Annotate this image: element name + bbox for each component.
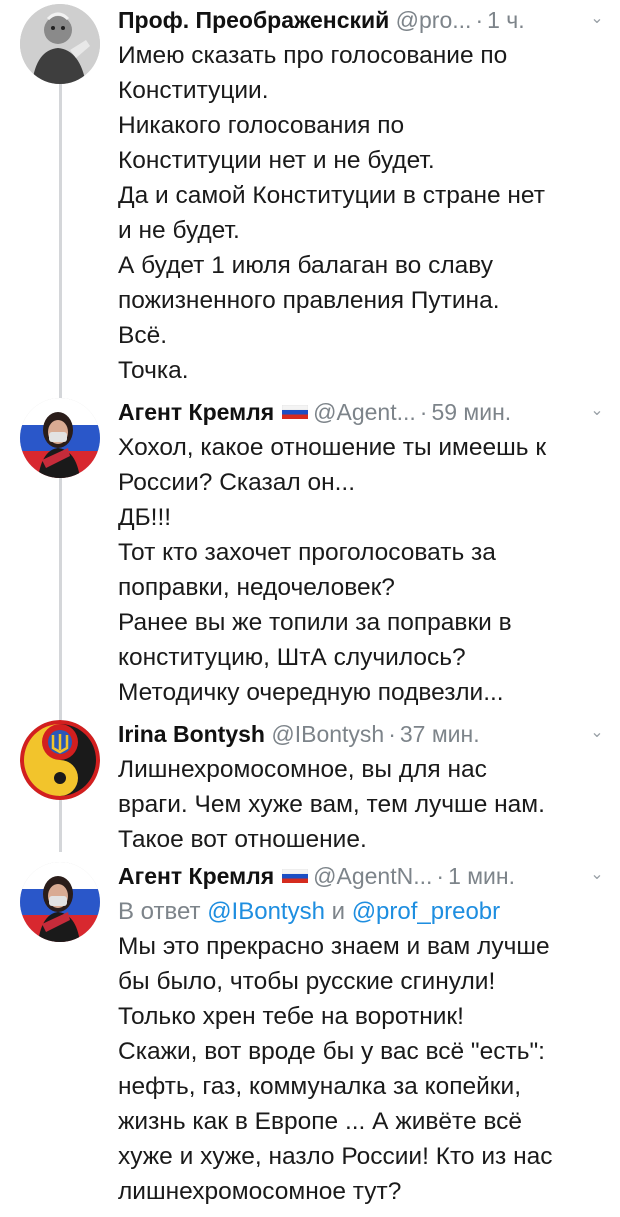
author-handle[interactable]: @Agent...: [313, 399, 416, 425]
woman-with-flag-icon: [20, 398, 100, 478]
reply-and: и: [331, 898, 346, 925]
tweet-header: Проф. Преображенский @pro... · 1 ч. ⌄: [118, 2, 608, 38]
tweet-header: Агент Кремля @Agent... · 59 мин. ⌄: [118, 394, 608, 430]
tweet-text: Хохол, какое отношение ты имеешь к Росси…: [118, 434, 547, 706]
tweet-header: Агент Кремля @AgentN... · 1 мин. ⌄: [118, 858, 608, 894]
tweet-header: Irina Bontysh @IBontysh · 37 мин. ⌄: [118, 716, 608, 752]
russia-flag-icon: [282, 404, 309, 419]
mention-link[interactable]: @prof_preobr: [352, 898, 500, 925]
tweet-text: Имею сказать про голосование по Конститу…: [118, 42, 545, 384]
separator-dot: ·: [475, 7, 484, 33]
professor-portrait-icon: [20, 4, 100, 84]
reply-prefix: В ответ: [118, 898, 201, 925]
avatar[interactable]: [20, 862, 100, 942]
reply-context: В ответ @IBontysh и @prof_preobr: [118, 894, 608, 929]
mention-link[interactable]: @IBontysh: [207, 898, 325, 925]
author-name[interactable]: Проф. Преображенский: [118, 7, 389, 33]
trident-emblem-icon: [20, 720, 100, 800]
separator-dot: ·: [388, 721, 396, 747]
author-name[interactable]: Агент Кремля: [118, 399, 274, 425]
chevron-down-icon[interactable]: ⌄: [590, 403, 604, 419]
timestamp[interactable]: 37 мин.: [400, 721, 480, 747]
timestamp[interactable]: 1 мин.: [448, 863, 515, 889]
chevron-down-icon[interactable]: ⌄: [590, 11, 604, 27]
chevron-down-icon[interactable]: ⌄: [590, 725, 604, 741]
author-handle[interactable]: @pro...: [396, 7, 472, 33]
chevron-down-icon[interactable]: ⌄: [590, 867, 604, 883]
tweet-text: Мы это прекрасно знаем и вам лучше бы бы…: [118, 933, 553, 1205]
woman-with-flag-icon: [20, 862, 100, 942]
author-handle[interactable]: @AgentN...: [313, 863, 432, 889]
timestamp[interactable]: 59 мин.: [431, 399, 511, 425]
separator-dot: ·: [436, 863, 445, 889]
author-name[interactable]: Агент Кремля: [118, 863, 274, 889]
author-name[interactable]: Irina Bontysh: [118, 721, 265, 747]
reply-thread: Проф. Преображенский @pro... · 1 ч. ⌄ Имею…: [0, 0, 620, 1217]
author-handle[interactable]: @IBontysh: [271, 721, 384, 747]
tweet-text: Лишнехромосомное, вы для нас враги. Чем …: [118, 756, 545, 853]
timestamp[interactable]: 1 ч.: [487, 7, 525, 33]
separator-dot: ·: [419, 399, 428, 425]
avatar[interactable]: [20, 398, 100, 478]
avatar[interactable]: [20, 4, 100, 84]
avatar[interactable]: [20, 720, 100, 800]
russia-flag-icon: [282, 868, 309, 883]
